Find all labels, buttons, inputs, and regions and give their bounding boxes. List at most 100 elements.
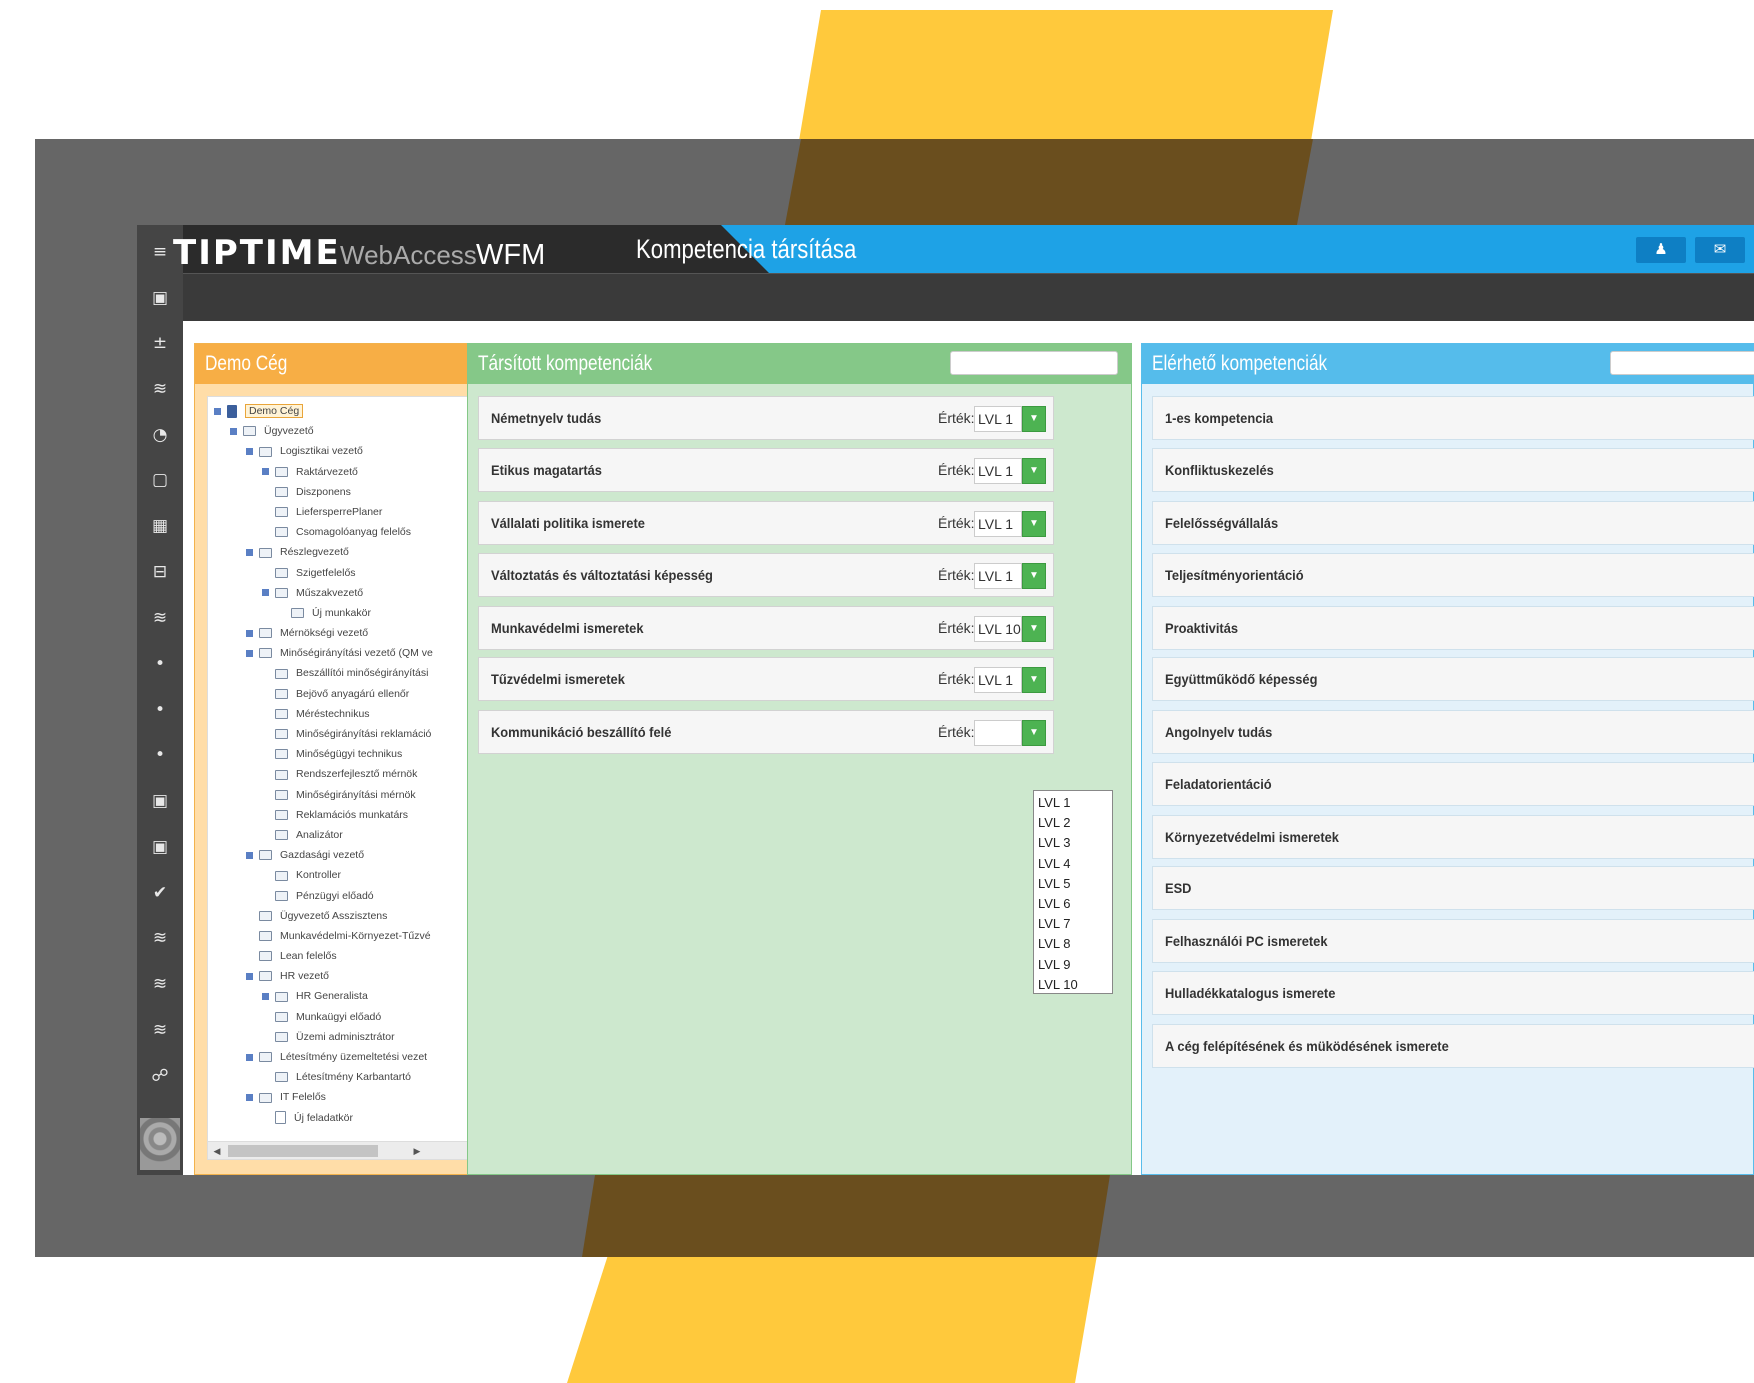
level-option[interactable]: LVL 9 [1038,955,1108,975]
available-competency-row[interactable]: A cég felépítésének és müködésének ismer… [1152,1024,1754,1068]
level-select[interactable]: LVL 1 [974,667,1022,693]
tree-node-label[interactable]: HR Generalista [296,990,368,1002]
level-select[interactable]: LVL 1 [974,406,1022,432]
tree-node-label[interactable]: Műszakvezető [296,587,363,599]
level-select[interactable]: LVL 1 [974,511,1022,537]
database-icon[interactable]: ≋ [137,1015,183,1045]
database-icon[interactable]: ≋ [137,374,183,404]
database-icon[interactable]: ≋ [137,603,183,633]
expand-icon[interactable] [246,851,253,859]
tree-node-label[interactable]: Minőségirányítási reklamáció [296,728,431,740]
chat-icon[interactable]: ✉ [1695,237,1745,263]
users-icon[interactable]: ☍ [137,1061,183,1091]
level-select[interactable]: LVL 1 [974,458,1022,484]
available-competency-row[interactable]: ESD [1152,866,1754,910]
tree-node-label[interactable]: Gazdasági vezető [280,849,364,861]
available-competency-row[interactable]: Hulladékkatalogus ismerete [1152,971,1754,1015]
level-option[interactable]: LVL 4 [1038,854,1108,874]
chevron-down-icon[interactable]: ▼ [1022,511,1046,537]
tree-node-label[interactable]: Pénzügyi előadó [296,890,374,902]
expand-icon[interactable] [230,427,237,435]
expand-icon[interactable] [246,448,253,456]
available-competency-row[interactable]: Angolnyelv tudás [1152,710,1754,754]
calendar-icon[interactable]: ▦ [137,511,183,541]
dot-icon[interactable]: • [137,649,183,679]
level-option[interactable]: LVL 3 [1038,833,1108,853]
scroll-right-icon[interactable]: ▶ [408,1142,426,1159]
expand-icon[interactable] [246,649,253,657]
expand-icon[interactable] [246,629,253,637]
tree-node-label[interactable]: Logisztikai vezető [280,445,363,457]
tree-node-label[interactable]: Csomagolóanyag felelős [296,526,411,538]
tree-node-label[interactable]: Méréstechnikus [296,708,370,720]
expand-icon[interactable] [262,993,269,1001]
database-icon[interactable]: ≋ [137,969,183,999]
plus-minus-icon[interactable]: ± [137,328,183,358]
assigned-competency-row[interactable]: Változtatás és változtatási képesség Érté… [478,553,1054,597]
tree-node-label[interactable]: Bejövő anyagárú ellenőr [296,688,409,700]
tree-node-label[interactable]: Analizátor [296,829,343,841]
assigned-competency-row[interactable]: Tűzvédelmi ismeretek Érték: LVL 1 ▼ [478,657,1054,701]
tree-node-label[interactable]: Mérnökségi vezető [280,627,368,639]
tree-node-label[interactable]: Új munkakör [312,607,371,619]
tree-node-label[interactable]: Szigetfelelős [296,567,356,579]
level-option[interactable]: LVL 8 [1038,934,1108,954]
expand-icon[interactable] [246,1053,253,1061]
level-option[interactable]: LVL 1 [1038,793,1108,813]
file-icon[interactable]: ▢ [137,465,183,495]
expand-icon[interactable] [214,407,221,415]
chevron-down-icon[interactable]: ▼ [1022,616,1046,642]
avatar[interactable] [140,1118,180,1170]
chevron-down-icon[interactable]: ▼ [1022,667,1046,693]
tree-node-label[interactable]: Új feladatkör [294,1112,353,1124]
level-option[interactable]: LVL 2 [1038,813,1108,833]
available-competency-row[interactable]: Teljesítményorientáció [1152,553,1754,597]
chevron-down-icon[interactable]: ▼ [1022,406,1046,432]
expand-icon[interactable] [262,589,269,597]
expand-icon[interactable] [262,468,269,476]
tree-node-label[interactable]: Munkaügyi előadó [296,1011,381,1023]
tree-node-label[interactable]: Kontroller [296,869,341,881]
dot-icon[interactable]: • [137,695,183,725]
assigned-competency-row[interactable]: Munkavédelmi ismeretek Érték: LVL 10 ▼ [478,606,1054,650]
tree-node-label[interactable]: Üzemi adminisztrátor [296,1031,395,1043]
expand-icon[interactable] [246,1094,253,1102]
assigned-competency-row[interactable]: Etikus magatartás Érték: LVL 1 ▼ [478,448,1054,492]
available-competency-row[interactable]: Proaktivitás [1152,606,1754,650]
level-option[interactable]: LVL 7 [1038,914,1108,934]
tree-node-label[interactable]: Létesítmény Karbantartó [296,1071,411,1083]
pie-icon[interactable]: ◔ [137,420,183,450]
tree-node-label[interactable]: Reklamációs munkatárs [296,809,408,821]
assigned-competency-row[interactable]: Kommunikáció beszállító felé Érték: ▼ [478,710,1054,754]
check-icon[interactable]: ✔ [137,878,183,908]
tree-node-label[interactable]: Rendszerfejlesztő mérnök [296,768,417,780]
available-competency-row[interactable]: Együttműködő képesség [1152,657,1754,701]
scroll-left-icon[interactable]: ◀ [208,1142,226,1159]
available-competency-row[interactable]: 1-es kompetencia [1152,396,1754,440]
assigned-competency-row[interactable]: Vállalati politika ismerete Érték: LVL 1 ▼ [478,501,1054,545]
tree-node-label[interactable]: Minőségirányítási mérnök [296,789,416,801]
tree-node-label[interactable]: HR vezető [280,970,329,982]
dot-icon[interactable]: • [137,740,183,770]
chevron-down-icon[interactable]: ▼ [1022,458,1046,484]
assigned-competency-row[interactable]: Németnyelv tudás Érték: LVL 1 ▼ [478,396,1054,440]
tree-node-label[interactable]: LiefersperrePlaner [296,506,382,518]
available-competency-row[interactable]: Feladatorientáció [1152,762,1754,806]
document-icon[interactable]: ▣ [137,832,183,862]
level-select[interactable] [974,720,1022,746]
level-option[interactable]: LVL 6 [1038,894,1108,914]
available-search-input[interactable] [1610,351,1754,375]
tree-node-label[interactable]: Raktárvezető [296,466,358,478]
scroll-thumb-horizontal[interactable] [228,1145,378,1157]
available-competency-row[interactable]: Felhasználói PC ismeretek [1152,919,1754,963]
available-competency-row[interactable]: Környezetvédelmi ismeretek [1152,815,1754,859]
user-icon[interactable]: ♟ [1636,237,1686,263]
tree-node-label[interactable]: Lean felelős [280,950,337,962]
folder-icon[interactable]: ⊟ [137,557,183,587]
level-option[interactable]: LVL 10 [1038,975,1108,995]
level-select[interactable]: LVL 10 [974,616,1022,642]
tree-node-label[interactable]: Létesítmény üzemeltetési vezet [280,1051,427,1063]
tree-node-label[interactable]: Ügyvezető Asszisztens [280,910,387,922]
chevron-down-icon[interactable]: ▼ [1022,563,1046,589]
level-select[interactable]: LVL 1 [974,563,1022,589]
